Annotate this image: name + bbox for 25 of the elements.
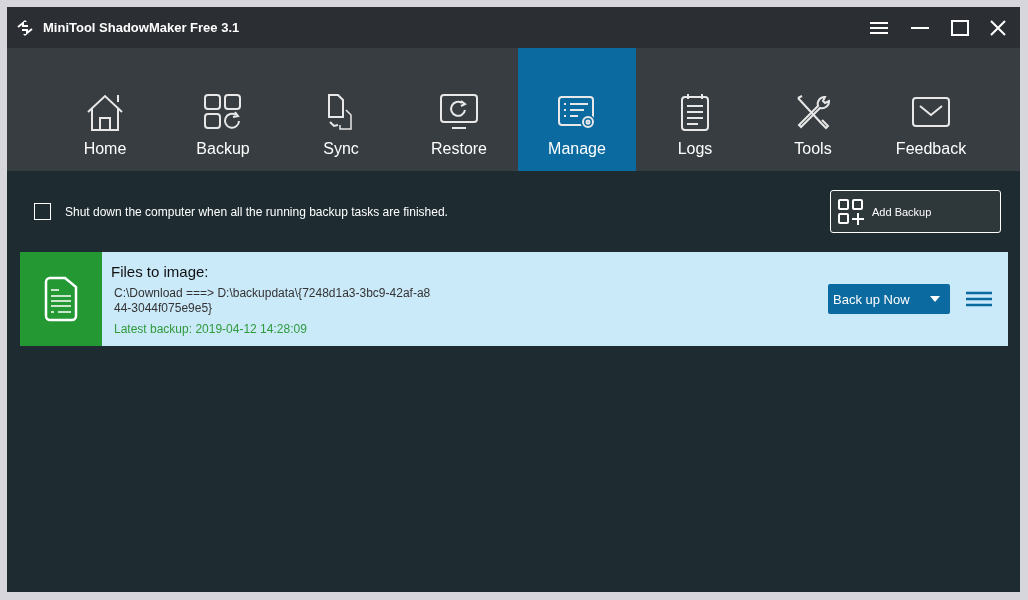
latest-backup-time: Latest backup: 2019-04-12 14:28:09 bbox=[113, 321, 308, 336]
minimize-icon[interactable] bbox=[910, 25, 930, 30]
checkbox-label: Shut down the computer when all the running backup tasks are finished. bbox=[65, 204, 448, 219]
tab-icon bbox=[202, 92, 244, 132]
nav-tab[interactable]: Logs bbox=[636, 48, 754, 171]
nav-tab[interactable]: Sync bbox=[282, 48, 400, 171]
nav-tab[interactable]: Tools bbox=[754, 48, 872, 171]
caret-icon bbox=[930, 296, 940, 302]
checkbox[interactable] bbox=[34, 203, 51, 220]
maximize-icon[interactable] bbox=[951, 19, 969, 36]
add-grid-icon bbox=[838, 198, 866, 225]
nav-tab[interactable]: Restore bbox=[400, 48, 518, 171]
task-path: C:\Download ===> D:\backupdata\{7248d1a3-3bc9-42af-a844-3044f075e9e5} bbox=[113, 285, 432, 316]
back-up-now-button[interactable]: Back up Now bbox=[828, 284, 950, 314]
close-icon[interactable] bbox=[990, 19, 1006, 36]
arrows-logo-icon bbox=[15, 18, 35, 37]
nav-tab[interactable]: Home bbox=[46, 48, 164, 171]
nav-tab[interactable]: Feedback bbox=[872, 48, 990, 171]
window-title: MiniTool ShadowMaker Free 3.1 bbox=[43, 20, 240, 35]
task-title: Files to image: bbox=[111, 262, 210, 280]
add-backup-button[interactable]: Add Backup bbox=[830, 190, 1001, 233]
document-icon bbox=[43, 276, 79, 322]
nav-tab[interactable]: Manage bbox=[518, 48, 636, 171]
nav-tab[interactable]: Backup bbox=[164, 48, 282, 171]
tab-icon bbox=[438, 92, 480, 132]
